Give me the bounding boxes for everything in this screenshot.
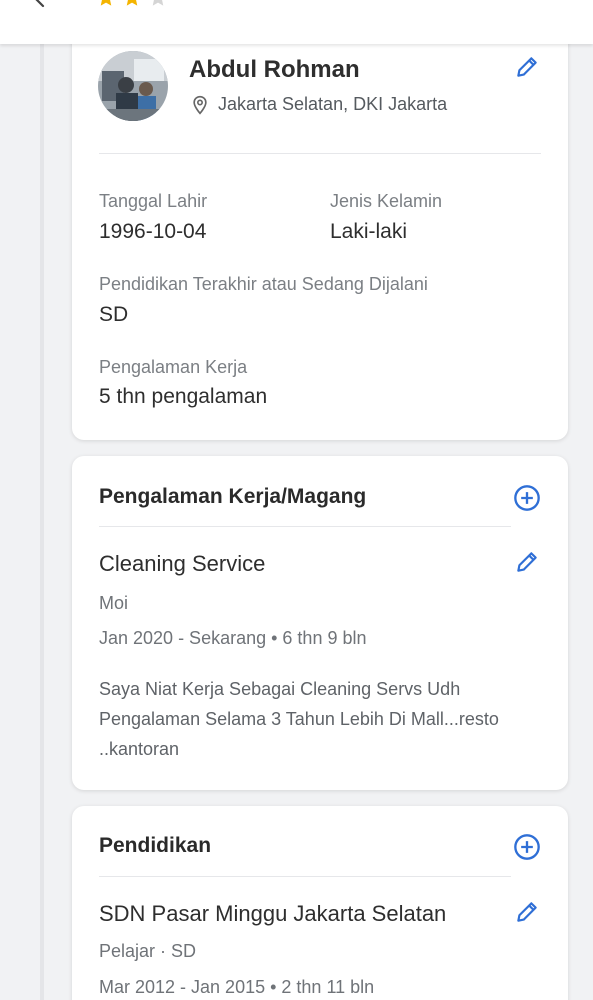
education-level-label: Pendidikan Terakhir atau Sedang Dijalani: [99, 274, 428, 294]
experience-section-title: Pengalaman Kerja/Magang: [99, 485, 367, 508]
profile-divider: [99, 153, 541, 154]
pencil-edit-icon[interactable]: [514, 54, 540, 80]
rating-stars: [96, 0, 168, 8]
education-card: Pendidikan SDN Pasar Minggu Jakarta Sela…: [72, 806, 568, 1000]
education-section-title: Pendidikan: [99, 834, 212, 857]
experience-card: Pengalaman Kerja/Magang Cleaning Service…: [72, 456, 568, 790]
pencil-edit-icon[interactable]: [514, 549, 540, 575]
star-icon: [126, 0, 138, 6]
experience-period: Jan 2020 - Sekarang • 6 thn 9 bln: [99, 628, 367, 648]
back-arrow-icon[interactable]: [28, 0, 52, 10]
top-bar: [0, 0, 593, 44]
experience-description: Saya Niat Kerja Sebagai Cleaning Servs U…: [99, 679, 499, 759]
location-pin-icon: [193, 95, 207, 115]
side-rail: [40, 44, 44, 1000]
plus-circle-icon[interactable]: [513, 484, 541, 512]
star-icon: [100, 0, 112, 6]
education-level: Pelajar · SD: [99, 941, 197, 961]
pencil-edit-icon[interactable]: [514, 899, 540, 925]
star-icon: [152, 0, 164, 6]
experience-company: Moi: [99, 593, 129, 613]
plus-circle-icon[interactable]: [513, 833, 541, 861]
birth-date-label: Tanggal Lahir: [99, 191, 208, 211]
gender-label: Jenis Kelamin: [330, 191, 443, 211]
work-experience-label: Pengalaman Kerja: [99, 357, 248, 377]
gender-value: Laki-laki: [330, 220, 408, 243]
profile-location: Jakarta Selatan, DKI Jakarta: [218, 94, 448, 114]
education-level-value: SD: [99, 303, 129, 326]
education-period: Mar 2012 - Jan 2015 • 2 thn 11 bln: [99, 977, 375, 997]
profile-card: Abdul Rohman Jakarta Selatan, DKI Jakart…: [72, 20, 568, 440]
birth-date-value: 1996-10-04: [99, 220, 207, 243]
experience-position: Cleaning Service: [99, 551, 266, 576]
work-experience-value: 5 thn pengalaman: [99, 385, 268, 408]
experience-divider: [99, 526, 511, 527]
education-school: SDN Pasar Minggu Jakarta Selatan: [99, 901, 447, 926]
profile-name: Abdul Rohman: [189, 56, 360, 83]
education-divider: [99, 876, 511, 877]
avatar[interactable]: [98, 51, 168, 121]
